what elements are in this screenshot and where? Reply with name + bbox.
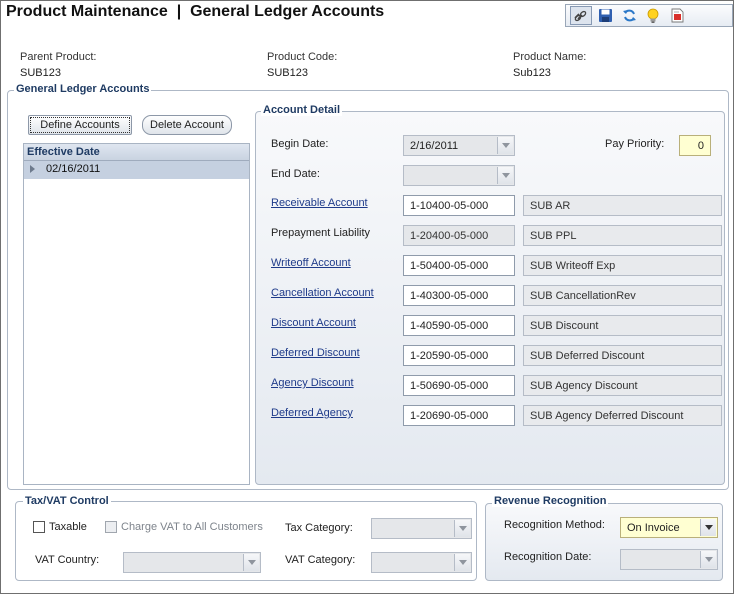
prepayment-liability-label: Prepayment Liability — [271, 227, 371, 239]
begin-date-value: 2/16/2011 — [410, 140, 459, 152]
receivable-account-link[interactable]: Receivable Account — [271, 197, 368, 209]
account-detail-title: Account Detail — [261, 104, 343, 116]
receivable-account-code-input[interactable]: 1-10400-05-000 — [403, 195, 515, 216]
effective-date-grid: Effective Date 02/16/2011 — [23, 143, 250, 485]
lightbulb-icon[interactable] — [642, 6, 664, 25]
agency-discount-code-input[interactable]: 1-50690-05-000 — [403, 375, 515, 396]
recognition-method-label: Recognition Method: — [504, 519, 605, 531]
chevron-down-icon[interactable] — [700, 519, 716, 536]
refresh-icon[interactable] — [618, 6, 640, 25]
writeoff-account-code-input[interactable]: 1-50400-05-000 — [403, 255, 515, 276]
tax-vat-title: Tax/VAT Control — [23, 495, 111, 507]
deferred-agency-code-input[interactable]: 1-20690-05-000 — [403, 405, 515, 426]
begin-date-picker[interactable]: 2/16/2011 — [403, 135, 515, 156]
recognition-method-value: On Invoice — [627, 522, 680, 534]
delete-account-button[interactable]: Delete Account — [142, 115, 232, 135]
product-name-label: Product Name: — [513, 51, 587, 63]
receivable-account-description: SUB AR — [523, 195, 722, 216]
writeoff-account-description: SUB Writeoff Exp — [523, 255, 722, 276]
recognition-method-select[interactable]: On Invoice — [620, 517, 718, 538]
toolbar — [565, 4, 733, 27]
product-code-label: Product Code: — [267, 51, 338, 63]
chevron-down-icon[interactable] — [497, 137, 513, 154]
deferred-agency-description: SUB Agency Deferred Discount — [523, 405, 722, 426]
recognition-date-label: Recognition Date: — [504, 551, 592, 563]
writeoff-account-link[interactable]: Writeoff Account — [271, 257, 351, 269]
begin-date-label: Begin Date: — [271, 138, 329, 150]
save-icon[interactable] — [594, 6, 616, 25]
row-selector-icon — [30, 165, 35, 173]
deferred-discount-link[interactable]: Deferred Discount — [271, 347, 360, 359]
vat-country-select[interactable] — [123, 552, 261, 573]
product-maintenance-window: Product Maintenance | General Ledger Acc… — [0, 0, 734, 594]
deferred-discount-description: SUB Deferred Discount — [523, 345, 722, 366]
recognition-date-picker[interactable] — [620, 549, 718, 570]
discount-account-code-input[interactable]: 1-40590-05-000 — [403, 315, 515, 336]
define-accounts-button[interactable]: Define Accounts — [28, 115, 132, 135]
product-code-value: SUB123 — [267, 67, 308, 79]
agency-discount-link[interactable]: Agency Discount — [271, 377, 354, 389]
vat-category-select[interactable] — [371, 552, 472, 573]
taxable-label: Taxable — [49, 521, 87, 533]
table-row[interactable]: 02/16/2011 — [24, 161, 249, 179]
gl-accounts-title: General Ledger Accounts — [14, 83, 152, 95]
page-title: Product Maintenance | General Ledger Acc… — [6, 3, 385, 20]
charge-vat-checkbox[interactable]: Charge VAT to All Customers — [105, 521, 263, 533]
discount-account-description: SUB Discount — [523, 315, 722, 336]
prepayment-liability-code-input[interactable]: 1-20400-05-000 — [403, 225, 515, 246]
report-icon[interactable] — [666, 6, 688, 25]
vat-category-label: VAT Category: — [285, 554, 356, 566]
checkbox-box[interactable] — [105, 521, 117, 533]
end-date-picker[interactable] — [403, 165, 515, 186]
deferred-agency-link[interactable]: Deferred Agency — [271, 407, 353, 419]
pay-priority-label: Pay Priority: — [605, 138, 665, 150]
checkbox-box[interactable] — [33, 521, 45, 533]
chevron-down-icon[interactable] — [700, 551, 716, 568]
end-date-label: End Date: — [271, 168, 320, 180]
chevron-down-icon[interactable] — [454, 520, 470, 537]
chevron-down-icon[interactable] — [454, 554, 470, 571]
deferred-discount-code-input[interactable]: 1-20590-05-000 — [403, 345, 515, 366]
parent-product-value: SUB123 — [20, 67, 61, 79]
cancellation-account-link[interactable]: Cancellation Account — [271, 287, 374, 299]
tax-category-label: Tax Category: — [285, 522, 353, 534]
agency-discount-description: SUB Agency Discount — [523, 375, 722, 396]
cancellation-account-code-input[interactable]: 1-40300-05-000 — [403, 285, 515, 306]
chevron-down-icon[interactable] — [497, 167, 513, 184]
effective-date-column-header[interactable]: Effective Date — [24, 144, 249, 161]
prepayment-liability-description: SUB PPL — [523, 225, 722, 246]
revenue-recognition-title: Revenue Recognition — [492, 495, 609, 507]
product-name-value: Sub123 — [513, 67, 551, 79]
taxable-checkbox[interactable]: Taxable — [33, 521, 87, 533]
parent-product-label: Parent Product: — [20, 51, 97, 63]
cancellation-account-description: SUB CancellationRev — [523, 285, 722, 306]
chevron-down-icon[interactable] — [243, 554, 259, 571]
discount-account-link[interactable]: Discount Account — [271, 317, 356, 329]
charge-vat-label: Charge VAT to All Customers — [121, 521, 263, 533]
pay-priority-input[interactable]: 0 — [679, 135, 711, 156]
effective-date-cell: 02/16/2011 — [46, 163, 101, 175]
title-bar: Product Maintenance | General Ledger Acc… — [1, 1, 733, 31]
vat-country-label: VAT Country: — [35, 554, 100, 566]
link-icon[interactable] — [570, 6, 592, 25]
tax-category-select[interactable] — [371, 518, 472, 539]
